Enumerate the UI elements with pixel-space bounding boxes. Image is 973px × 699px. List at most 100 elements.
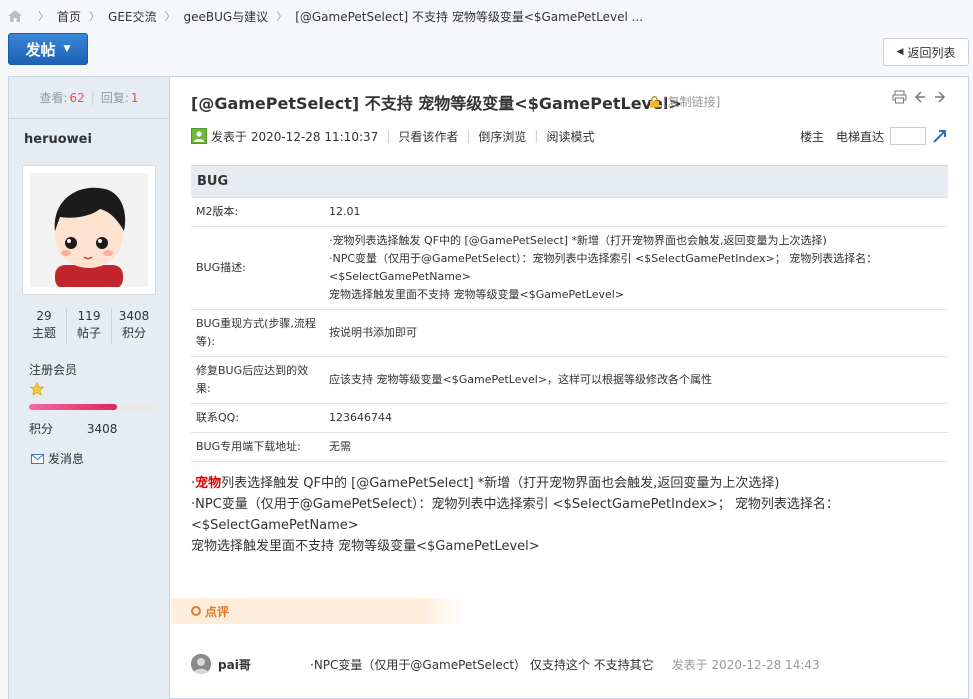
count-threads[interactable]: 29 主题 bbox=[22, 308, 66, 344]
elevator-label: 电梯直达 bbox=[835, 129, 884, 144]
post-button-label: 发帖 bbox=[25, 40, 56, 59]
back-to-list-button[interactable]: ◀ 返回列表 bbox=[883, 38, 969, 66]
copy-link[interactable]: [复制链接] bbox=[649, 93, 720, 110]
floor-jump-input[interactable] bbox=[890, 127, 926, 145]
divider: | bbox=[534, 129, 539, 143]
table-value: ·宠物列表选择触发 QF中的 [@GamePetSelect] *新增（打开宠物… bbox=[321, 226, 948, 310]
body-line: <$SelectGamePetName> bbox=[191, 518, 359, 533]
breadcrumb-current: [@GamePetSelect] 不支持 宠物等级变量<$GamePetLeve… bbox=[295, 9, 644, 24]
comment-text: ·NPC变量（仅用于@GamePetSelect） 仅支持这个 不支持其它 bbox=[310, 657, 654, 672]
count-label: 帖子 bbox=[76, 326, 101, 340]
author-name[interactable]: heruowei bbox=[9, 119, 169, 159]
send-message-link[interactable]: 发消息 bbox=[31, 450, 84, 467]
chevron-right-icon: 〉 bbox=[38, 10, 49, 23]
count-posts[interactable]: 119 帖子 bbox=[66, 308, 111, 344]
post-content: [@GamePetSelect] 不支持 宠物等级变量<$GamePetLeve… bbox=[171, 77, 968, 699]
level-progress-fill bbox=[29, 404, 118, 410]
count-points[interactable]: 3408 积分 bbox=[111, 308, 156, 344]
comments-header: 点评 bbox=[171, 598, 466, 624]
lock-icon bbox=[650, 95, 659, 107]
value-line: <$SelectGamePetName> bbox=[329, 270, 471, 283]
value-line: ·宠物列表选择触发 QF中的 [@GamePetSelect] *新增（打开宠物… bbox=[329, 234, 827, 247]
table-row: 修复BUG后应达到的效果: 应该支持 宠物等级变量<$GamePetLevel>，… bbox=[191, 356, 948, 404]
title-actions bbox=[892, 90, 947, 104]
replies-label: 回复: bbox=[100, 91, 129, 105]
author-sidebar: 查看: 62 | 回复: 1 heruowei 29 主题 119 帖子 340… bbox=[9, 77, 170, 699]
commenter-avatar[interactable] bbox=[191, 654, 211, 674]
comment-date: 发表于 2020-12-28 14:43 bbox=[671, 657, 820, 672]
chevron-right-icon: 〉 bbox=[164, 10, 176, 23]
jump-icon[interactable] bbox=[932, 128, 948, 144]
breadcrumb: 〉 首页 〉 GEE交流 〉 geeBUG与建议 〉 [@GamePetSele… bbox=[0, 0, 973, 32]
print-icon[interactable] bbox=[892, 90, 907, 104]
next-thread-icon[interactable] bbox=[933, 90, 947, 104]
thread-stats: 查看: 62 | 回复: 1 bbox=[9, 77, 169, 119]
read-mode-link[interactable]: 阅读模式 bbox=[546, 128, 594, 145]
comments-header-label: 点评 bbox=[205, 604, 230, 619]
replies-count: 1 bbox=[130, 90, 139, 105]
count-label: 积分 bbox=[121, 326, 146, 340]
floor-nav: 楼主 电梯直达 bbox=[800, 127, 948, 145]
only-author-link[interactable]: 只看该作者 bbox=[398, 128, 458, 145]
chevron-right-icon: 〉 bbox=[89, 10, 101, 23]
count-value: 29 bbox=[36, 309, 52, 323]
table-key: BUG重现方式(步骤,流程等): bbox=[191, 309, 321, 357]
comment-item: pai哥 ·NPC变量（仅用于@GamePetSelect） 仅支持这个 不支持… bbox=[191, 654, 948, 674]
post-frame: 查看: 62 | 回复: 1 heruowei 29 主题 119 帖子 340… bbox=[8, 76, 969, 699]
points-row: 积分 3408 bbox=[29, 420, 117, 437]
chevron-right-icon: 〉 bbox=[276, 10, 288, 23]
views-count: 62 bbox=[69, 90, 85, 105]
points-value: 3408 bbox=[86, 422, 118, 436]
value-line: 按说明书添加即可 bbox=[329, 326, 417, 339]
envelope-icon bbox=[31, 453, 44, 464]
chevron-left-icon: ◀ bbox=[896, 47, 904, 57]
post-button[interactable]: 发帖 ▼ bbox=[8, 33, 88, 65]
value-line: 123646744 bbox=[329, 411, 392, 424]
level-progress bbox=[29, 404, 157, 410]
table-header-row: BUG bbox=[191, 165, 948, 198]
points-label: 积分 bbox=[29, 422, 54, 436]
count-label: 主题 bbox=[31, 326, 56, 340]
send-message-label: 发消息 bbox=[48, 452, 85, 466]
value-line: 12.01 bbox=[329, 205, 361, 218]
table-key: 修复BUG后应达到的效果: bbox=[191, 356, 321, 404]
table-row: BUG重现方式(步骤,流程等): 按说明书添加即可 bbox=[191, 309, 948, 357]
divider: | bbox=[386, 129, 391, 143]
count-value: 3408 bbox=[118, 309, 150, 323]
commenter-avatar-image bbox=[191, 654, 211, 674]
value-line: 无需 bbox=[329, 440, 351, 453]
table-row: 联系QQ: 123646744 bbox=[191, 403, 948, 433]
divider: | bbox=[466, 129, 471, 143]
breadcrumb-subforum[interactable]: geeBUG与建议 bbox=[183, 8, 268, 25]
body-line: ·NPC变量（仅用于@GamePetSelect）：宠物列表中选择索引 <$Se… bbox=[191, 497, 839, 512]
home-icon[interactable] bbox=[8, 10, 22, 22]
comment-icon bbox=[191, 606, 201, 616]
highlighted-keyword: 宠物 bbox=[195, 476, 222, 491]
avatar[interactable] bbox=[22, 165, 156, 295]
table-value: 按说明书添加即可 bbox=[321, 309, 948, 357]
breadcrumb-home[interactable]: 首页 bbox=[57, 8, 81, 25]
star-icon bbox=[30, 382, 44, 396]
user-group[interactable]: 注册会员 bbox=[29, 361, 77, 378]
post-date: 发表于 2020-12-28 11:10:37 bbox=[211, 129, 379, 144]
body-line: ·宠物列表选择触发 QF中的 [@GamePetSelect] *新增（打开宠物… bbox=[191, 473, 948, 494]
count-value: 119 bbox=[77, 309, 101, 323]
body-text: 列表选择触发 QF中的 [@GamePetSelect] *新增（打开宠物界面也… bbox=[221, 476, 780, 491]
table-key: BUG专用端下载地址: bbox=[191, 432, 321, 462]
post-meta: 发表于 2020-12-28 11:10:37 | 只看该作者 | 倒序浏览 |… bbox=[191, 127, 948, 145]
breadcrumb-forum[interactable]: GEE交流 bbox=[108, 8, 156, 25]
commenter-name[interactable]: pai哥 bbox=[218, 656, 310, 673]
table-value: 应该支持 宠物等级变量<$GamePetLevel>，这样可以根据等级修改各个属… bbox=[321, 356, 948, 404]
bug-info-table: BUG M2版本: 12.01 BUG描述: ·宠物列表选择触发 QF中的 [@G… bbox=[191, 165, 948, 462]
reverse-order-link[interactable]: 倒序浏览 bbox=[478, 128, 526, 145]
table-value: 123646744 bbox=[321, 403, 948, 433]
value-line: 应该支持 宠物等级变量<$GamePetLevel>，这样可以根据等级修改各个属… bbox=[329, 373, 713, 386]
caret-down-icon: ▼ bbox=[63, 44, 71, 54]
table-value: 12.01 bbox=[321, 197, 948, 227]
avatar-image bbox=[30, 173, 148, 287]
body-line: 宠物选择触发里面不支持 宠物等级变量<$GamePetLevel> bbox=[191, 539, 540, 554]
value-line: ·NPC变量（仅用于@GamePetSelect）：宠物列表中选择索引 <$Se… bbox=[329, 252, 878, 265]
author-counts: 29 主题 119 帖子 3408 积分 bbox=[22, 308, 156, 344]
table-key: M2版本: bbox=[191, 197, 321, 227]
prev-thread-icon[interactable] bbox=[913, 90, 927, 104]
